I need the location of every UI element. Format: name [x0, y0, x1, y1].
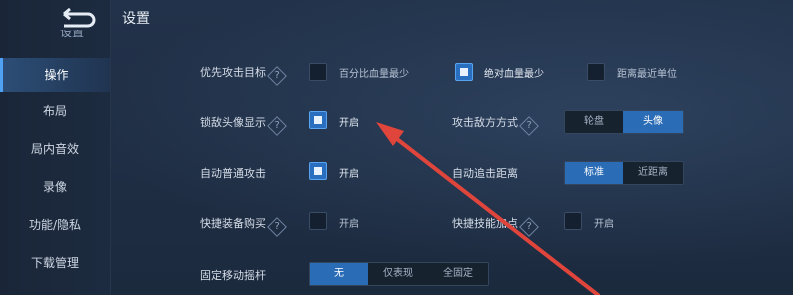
attack-mode-segmented: 轮盘 头像: [564, 110, 684, 134]
joystick-visual-option[interactable]: 仅表现: [368, 263, 428, 285]
fixed-joystick-label: 固定移动摇杆: [200, 269, 266, 282]
page-title: 设置: [122, 11, 150, 27]
attack-mode-label: 攻击敌方方式?: [452, 114, 539, 136]
sidebar-item-replay[interactable]: 录像: [0, 170, 110, 204]
auto-chase-segmented: 标准 近距离: [564, 161, 684, 185]
help-icon[interactable]: ?: [519, 116, 539, 136]
background: [0, 0, 793, 295]
auto-attack-label: 自动普通攻击: [200, 167, 266, 180]
help-icon[interactable]: ?: [267, 66, 287, 86]
quick-skill-text: 快捷技能加点: [452, 217, 518, 230]
sidebar-item-partial: 设置: [60, 30, 85, 39]
absolute-hp-checkbox[interactable]: [455, 63, 473, 81]
help-icon[interactable]: ?: [267, 217, 287, 237]
sidebar-item-layout[interactable]: 布局: [0, 94, 110, 128]
auto-attack-option: 开启: [339, 169, 359, 180]
quick-skill-label: 快捷技能加点?: [452, 215, 539, 237]
sidebar: 设置 操作 布局 局内音效 录像 功能/隐私 下载管理: [0, 0, 111, 295]
help-icon[interactable]: ?: [267, 116, 287, 136]
joystick-none-option[interactable]: 无: [310, 263, 368, 285]
attack-mode-avatar-option[interactable]: 头像: [623, 111, 683, 133]
nearest-unit-checkbox[interactable]: [587, 63, 605, 81]
quick-buy-option: 开启: [339, 219, 359, 230]
percent-hp-label: 百分比血量最少: [339, 69, 409, 80]
quick-buy-text: 快捷装备购买: [200, 217, 266, 230]
quick-skill-option: 开启: [594, 219, 614, 230]
auto-attack-checkbox[interactable]: [309, 162, 327, 180]
lock-avatar-label: 锁敌头像显示?: [200, 114, 287, 136]
sidebar-item-privacy[interactable]: 功能/隐私: [0, 208, 110, 242]
auto-chase-standard-option[interactable]: 标准: [565, 162, 623, 184]
nearest-unit-label: 距离最近单位: [617, 69, 677, 80]
quick-skill-checkbox[interactable]: [564, 212, 582, 230]
lock-avatar-option: 开启: [339, 118, 359, 129]
absolute-hp-label: 绝对血量最少: [484, 69, 544, 80]
sidebar-item-download[interactable]: 下载管理: [0, 246, 110, 280]
back-arrow-icon[interactable]: [58, 6, 98, 28]
sidebar-item-sound[interactable]: 局内音效: [0, 132, 110, 166]
fixed-joystick-segmented: 无 仅表现 全固定: [309, 262, 489, 286]
percent-hp-checkbox[interactable]: [309, 63, 327, 81]
auto-chase-near-option[interactable]: 近距离: [623, 162, 683, 184]
priority-target-text: 优先攻击目标: [200, 66, 266, 79]
quick-buy-checkbox[interactable]: [309, 212, 327, 230]
attack-mode-text: 攻击敌方方式: [452, 116, 518, 129]
sidebar-item-operation[interactable]: 操作: [0, 58, 110, 92]
attack-mode-wheel-option[interactable]: 轮盘: [565, 111, 623, 133]
joystick-full-option[interactable]: 全固定: [428, 263, 488, 285]
help-icon[interactable]: ?: [519, 217, 539, 237]
auto-chase-label: 自动追击距离: [452, 167, 518, 180]
priority-target-label: 优先攻击目标?: [200, 64, 287, 86]
lock-avatar-checkbox[interactable]: [309, 111, 327, 129]
quick-buy-label: 快捷装备购买?: [200, 215, 287, 237]
lock-avatar-text: 锁敌头像显示: [200, 116, 266, 129]
